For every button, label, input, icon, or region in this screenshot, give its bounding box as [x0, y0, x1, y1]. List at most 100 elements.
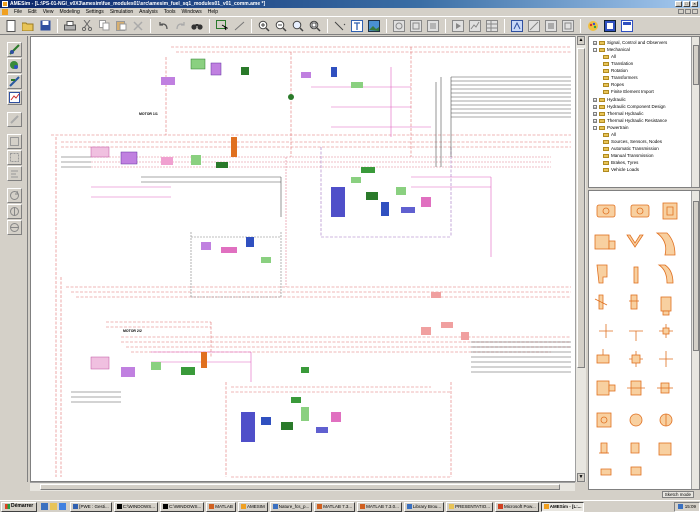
ungroup-tool-button[interactable] — [7, 150, 22, 165]
tree-item-thermal-hydraulic[interactable]: + Thermal Hydraulic — [593, 110, 644, 117]
tree-item-sources-sensors[interactable]: Sources, Sensors, Nodes — [603, 138, 662, 145]
tree-item-rotation[interactable]: Rotation — [603, 67, 628, 74]
submodel-mode-button[interactable] — [409, 19, 423, 33]
menu-modeling[interactable]: Modeling — [56, 8, 82, 16]
amesim-app-icon[interactable] — [2, 1, 8, 7]
doc-close-button[interactable] — [692, 9, 698, 14]
table-button[interactable] — [485, 19, 499, 33]
menu-settings[interactable]: Settings — [83, 8, 107, 16]
task-windows-1[interactable]: C:\WINDOWS... — [113, 501, 159, 512]
graph-tool-button[interactable] — [7, 90, 22, 105]
doc-restore-button[interactable] — [685, 9, 691, 14]
document-icon[interactable] — [2, 9, 8, 15]
horizontal-scroll-thumb[interactable] — [40, 484, 560, 490]
paste-button[interactable] — [114, 19, 128, 33]
ie-icon[interactable] — [41, 503, 49, 510]
component-tool-button[interactable] — [7, 42, 22, 57]
expand-icon[interactable]: + — [593, 104, 597, 109]
menu-windows[interactable]: Windows — [178, 8, 204, 16]
speed-source-component-icon[interactable] — [630, 442, 640, 454]
find-button[interactable] — [190, 19, 204, 33]
zoom-in-button[interactable] — [257, 19, 271, 33]
tree-item-translation[interactable]: Translation — [603, 60, 633, 67]
task-presentation[interactable]: PRESENTATIO... — [446, 501, 493, 512]
library-tool-button[interactable] — [7, 58, 22, 73]
wheel-component-icon[interactable] — [596, 412, 612, 428]
menu-view[interactable]: View — [40, 8, 57, 16]
tree-item-thermal-hydraulic-resistance[interactable]: + Thermal Hydraulic Resistance — [593, 117, 667, 124]
task-amesim-active[interactable]: AMESim - [L:... — [540, 501, 585, 512]
text-button[interactable] — [350, 19, 364, 33]
select-button[interactable] — [215, 19, 229, 33]
task-windows-2[interactable]: C:\WINDOWS... — [160, 501, 205, 512]
task-nature[interactable]: Nature_fcs_p... — [269, 501, 313, 512]
simulation-mode-button[interactable] — [451, 19, 465, 33]
tree-item-transformers[interactable]: Transformers — [603, 74, 638, 81]
line-tool-button[interactable] — [232, 19, 246, 33]
component-palette-scrollbar[interactable] — [691, 191, 699, 489]
library-tree[interactable]: + Signal, Control and Observers - Mechanic… — [588, 36, 700, 188]
tree-item-finite-element[interactable]: Finite Element Import — [603, 88, 654, 95]
replay-button[interactable] — [510, 19, 524, 33]
task-matlab-731[interactable]: MATLAB 7.3... — [314, 501, 356, 512]
disabled-tool-button[interactable] — [7, 112, 22, 127]
task-powerpoint[interactable]: Microsoft Pow... — [494, 501, 539, 512]
torque-source-component-icon[interactable] — [599, 442, 609, 454]
lever-component-icon[interactable] — [596, 264, 608, 284]
copy-button[interactable] — [97, 19, 111, 33]
image-button[interactable] — [367, 19, 381, 33]
node-cross-component-icon[interactable] — [599, 324, 613, 338]
canvas-horizontal-scrollbar[interactable] — [30, 482, 575, 491]
collapse-icon[interactable]: - — [593, 47, 597, 52]
task-library[interactable]: Library Brou... — [403, 501, 445, 512]
tree-item-signal[interactable]: + Signal, Control and Observers — [593, 39, 667, 46]
brake-component-icon[interactable] — [662, 202, 678, 220]
group-tool-button[interactable] — [7, 134, 22, 149]
menu-analysis[interactable]: Analysis — [136, 8, 161, 16]
library-tree-scrollbar[interactable] — [691, 37, 699, 187]
tree-item-powertrain[interactable]: - Powertrain — [593, 124, 629, 131]
gear-pair-component-icon[interactable] — [594, 234, 616, 250]
gearbox-component-icon[interactable] — [596, 380, 616, 396]
cut-button[interactable] — [80, 19, 94, 33]
desktop-icon[interactable] — [59, 503, 67, 510]
expand-icon[interactable]: + — [593, 118, 597, 123]
batch-button[interactable] — [544, 19, 558, 33]
open-button[interactable] — [21, 19, 35, 33]
task-matlab-730[interactable]: MATLAB 7.3.0... — [357, 501, 402, 512]
friction-component-icon[interactable] — [630, 466, 642, 476]
clutch-component-icon[interactable] — [596, 204, 616, 218]
tree-item-automatic-transmission[interactable]: Automatic Transmission — [603, 145, 659, 152]
menu-simulation[interactable]: Simulation — [107, 8, 136, 16]
expand-icon[interactable]: + — [593, 111, 597, 116]
window-list-button[interactable] — [620, 19, 634, 33]
clutch-with-spring-component-icon[interactable] — [630, 204, 650, 218]
menu-file[interactable]: File — [11, 8, 25, 16]
collapse-icon[interactable]: - — [593, 125, 597, 130]
zoom-area-button[interactable] — [308, 19, 322, 33]
expand-icon[interactable]: + — [593, 97, 597, 102]
plot-button[interactable] — [468, 19, 482, 33]
tree-item-vehicle-loads[interactable]: Vehicle Loads — [603, 166, 639, 173]
help-button[interactable] — [603, 19, 617, 33]
driveline-component-icon[interactable] — [600, 468, 612, 476]
new-button[interactable] — [4, 19, 18, 33]
rotate-tool-button[interactable] — [7, 188, 22, 203]
network-icon[interactable] — [677, 504, 683, 509]
undo-button[interactable] — [156, 19, 170, 33]
clock[interactable]: 15:09 — [685, 503, 696, 511]
bearing-component-icon[interactable] — [657, 264, 674, 284]
align-tool-button[interactable] — [7, 166, 22, 181]
menu-tools[interactable]: Tools — [161, 8, 179, 16]
delete-button[interactable] — [131, 19, 145, 33]
tree-item-powertrain-all[interactable]: All — [603, 131, 616, 138]
tree-scroll-thumb[interactable] — [693, 45, 699, 85]
task-amesim[interactable]: AMESIM — [237, 501, 268, 512]
palette-scroll-thumb[interactable] — [693, 201, 699, 351]
zoom-fit-button[interactable] — [291, 19, 305, 33]
component-palette[interactable] — [588, 190, 700, 490]
sketch-canvas[interactable]: MOTOR 1/1 MOTOR 2/2 — [30, 36, 586, 482]
differential-component-icon[interactable] — [657, 382, 673, 394]
spring-component-icon[interactable] — [629, 294, 639, 310]
doc-minimize-button[interactable] — [678, 9, 684, 14]
